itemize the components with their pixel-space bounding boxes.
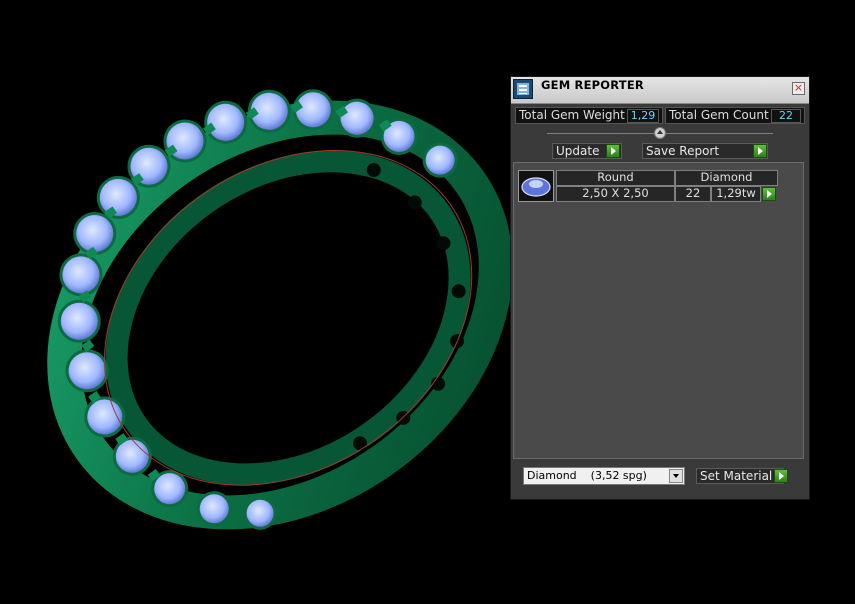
collapse-arrow-icon[interactable] <box>654 127 666 139</box>
set-material-label: Set Material <box>700 469 773 483</box>
gem-reporter-app-icon <box>513 79 533 99</box>
save-report-go-icon[interactable] <box>753 144 767 158</box>
save-report-label: Save Report <box>646 144 720 158</box>
save-report-button[interactable]: Save Report <box>642 143 768 159</box>
update-label: Update <box>556 144 600 158</box>
gem-shape-cell: Round <box>556 170 675 186</box>
chevron-down-icon[interactable] <box>669 469 683 483</box>
panel-title: GEM REPORTER <box>541 78 644 92</box>
update-go-icon[interactable] <box>606 144 620 158</box>
set-material-button[interactable]: Set Material <box>696 468 784 484</box>
gem-row-go-icon[interactable] <box>762 187 776 201</box>
panel-titlebar[interactable]: GEM REPORTER × <box>511 77 809 104</box>
gem-weight-cell: 1,29tw <box>711 186 761 202</box>
total-gem-weight-value: 1,29 <box>627 109 659 123</box>
total-gem-count-value: 22 <box>771 109 801 123</box>
gem-list[interactable] <box>513 162 804 459</box>
material-select[interactable]: Diamond (3,52 spg) <box>523 467 685 485</box>
gem-reporter-panel: GEM REPORTER × Total Gem Weight 1,29 Tot… <box>510 76 810 500</box>
gem-count-cell: 22 <box>675 186 711 202</box>
gem-material-cell: Diamond <box>675 170 778 186</box>
gem-size-cell: 2,50 X 2,50 <box>556 186 675 202</box>
close-icon[interactable]: × <box>792 82 805 95</box>
round-gem-icon[interactable] <box>518 170 554 202</box>
set-material-go-icon[interactable] <box>774 469 788 483</box>
material-select-value: Diamond (3,52 spg) <box>527 469 647 482</box>
